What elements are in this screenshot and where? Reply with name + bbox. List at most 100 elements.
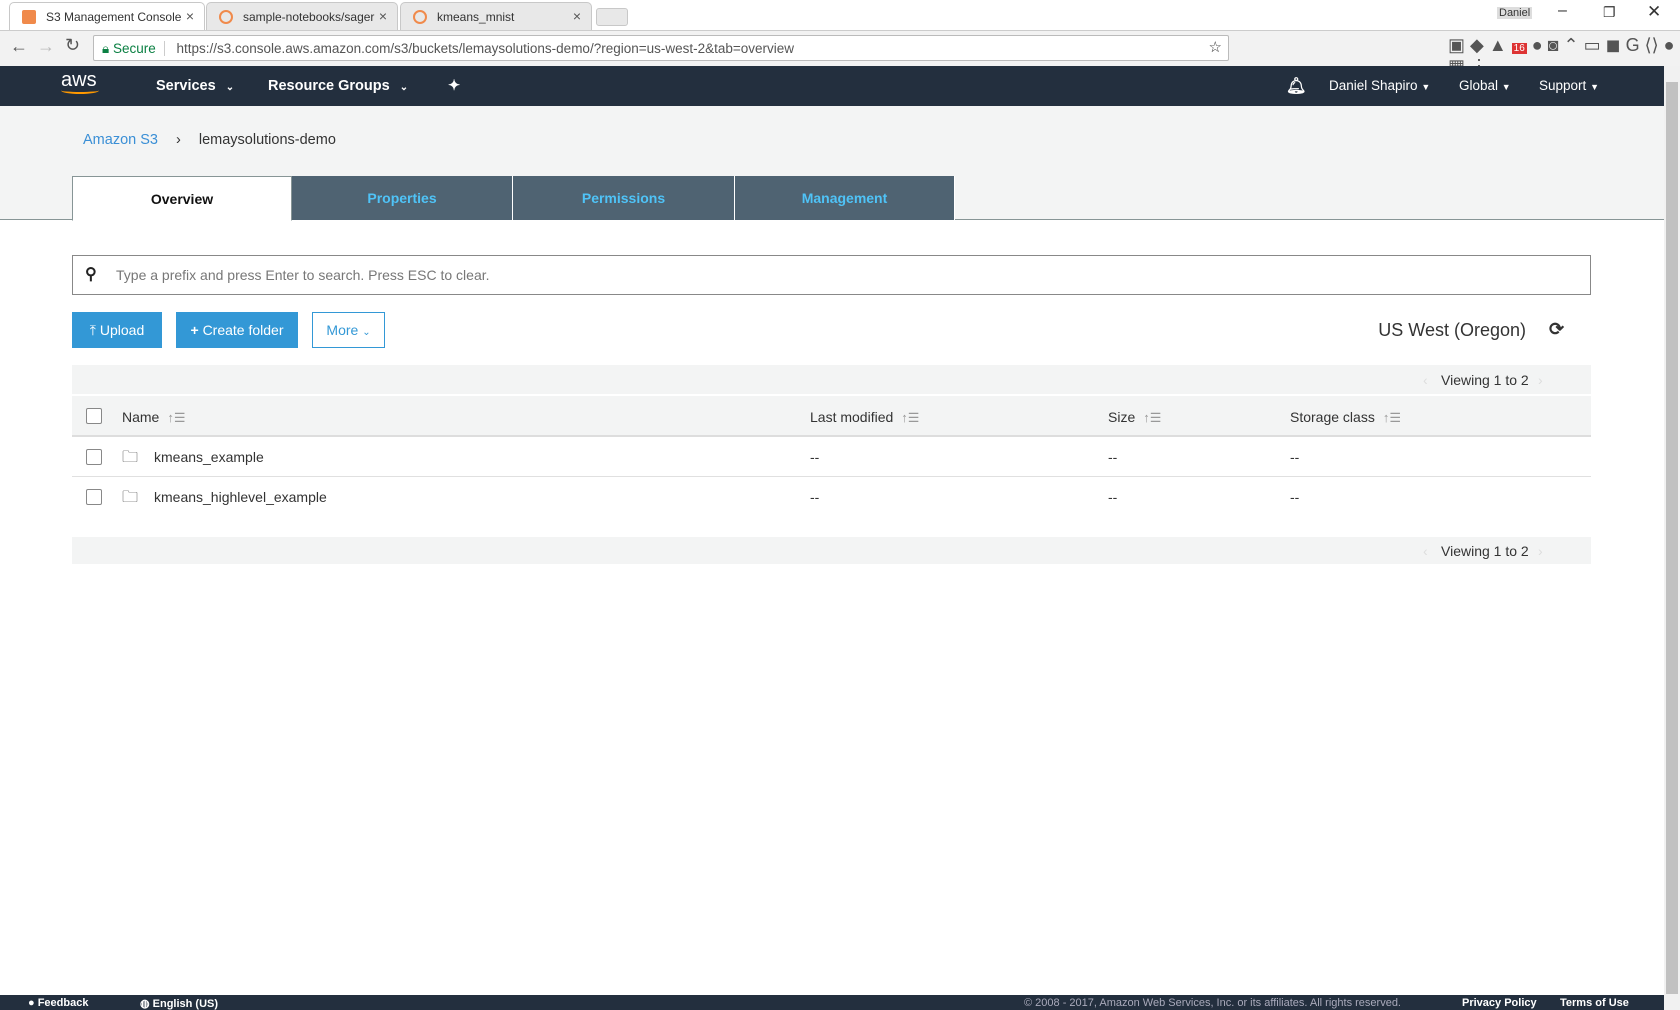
footer: ● Feedback ◍ English (US) © 2008 - 2017,… [0,995,1664,1010]
secure-label: Secure [112,41,165,56]
address-bar[interactable]: 🔒︎ Secure https://s3.console.aws.amazon.… [93,35,1229,61]
sort-icon[interactable]: ↑☰ [1383,410,1401,425]
tab-label: S3 Management Console [46,10,182,24]
profile-name[interactable]: Daniel [1497,7,1533,19]
browser-tab-kmeans[interactable]: kmeans_mnist × [400,2,592,30]
column-label: Storage class [1290,409,1375,425]
services-label: Services [156,78,216,94]
upload-icon: ⤒ [89,322,96,338]
close-icon[interactable]: × [186,8,194,24]
breadcrumb-separator: › [176,132,181,148]
feedback-label: Feedback [37,997,89,1009]
close-icon[interactable]: × [379,8,387,24]
tab-management[interactable]: Management [735,176,955,220]
resource-groups-menu[interactable]: Resource Groups ⌄ [268,78,408,94]
column-name[interactable]: Name ↑☰ [122,409,186,426]
prev-page-icon[interactable]: ‹ [1423,372,1428,388]
region-menu[interactable]: Global ▼ [1459,78,1511,93]
breadcrumb-bucket: lemaysolutions-demo [198,132,336,148]
close-icon[interactable]: × [573,8,581,24]
lock-icon: 🔒︎ [102,41,110,56]
last-modified: -- [810,489,820,505]
jupyter-icon [413,10,427,24]
folder-icon: 🗀 [122,489,139,506]
column-storage-class[interactable]: Storage class ↑☰ [1290,409,1401,426]
upload-button[interactable]: ⤒ Upload [72,312,162,348]
aws-nav-bar: aws Services ⌄ Resource Groups ⌄ ✦ 🔔︎ Da… [0,66,1664,106]
caret-down-icon: ▼ [1590,82,1599,92]
column-size[interactable]: Size ↑☰ [1108,409,1161,426]
browser-tab-s3[interactable]: S3 Management Console × [9,2,205,30]
feedback-link[interactable]: ● Feedback [28,997,88,1009]
next-page-icon[interactable]: › [1538,372,1543,388]
new-tab-button[interactable] [596,8,628,26]
close-window-icon[interactable]: ✕ [1647,2,1661,22]
pagination-bottom: ‹ Viewing 1 to 2 › [72,537,1591,564]
folder-icon: 🗀 [122,449,139,466]
row-checkbox[interactable] [86,449,102,465]
next-page-icon[interactable]: › [1538,543,1543,559]
support-menu[interactable]: Support ▼ [1539,78,1599,93]
browser-tabstrip: S3 Management Console × sample-notebooks/… [0,0,1680,30]
storage-class: -- [1290,489,1300,505]
sort-icon[interactable]: ↑☰ [901,410,919,425]
search-input[interactable]: ⚲ Type a prefix and press Enter to searc… [72,255,1591,295]
viewing-count: Viewing 1 to 2 [1441,372,1529,388]
privacy-link[interactable]: Privacy Policy [1462,997,1537,1009]
user-menu[interactable]: Daniel Shapiro ▼ [1329,78,1430,93]
terms-link[interactable]: Terms of Use [1560,997,1629,1009]
folder-link[interactable]: kmeans_highlevel_example [154,489,327,505]
scrollbar[interactable] [1664,66,1680,1010]
tab-properties[interactable]: Properties [292,176,513,220]
caret-down-icon: ▼ [1421,82,1431,92]
last-modified: -- [810,449,820,465]
search-icon: ⚲ [85,266,97,283]
language-selector[interactable]: ◍ English (US) [140,997,218,1010]
sort-icon[interactable]: ↑☰ [1143,410,1161,425]
region-label: US West (Oregon) [1378,320,1526,340]
language-label: English (US) [152,998,219,1010]
create-folder-button[interactable]: + Create folder [176,312,298,348]
logo-text: aws [61,69,97,91]
back-icon[interactable]: ← [10,36,28,57]
jupyter-icon [219,10,233,24]
bell-icon[interactable]: 🔔︎ [1286,76,1306,96]
chevron-down-icon: ⌄ [225,82,235,93]
breadcrumb: Amazon S3 › lemaysolutions-demo [83,132,336,148]
column-label: Last modified [810,409,894,425]
tab-overview[interactable]: Overview [72,176,292,221]
tab-permissions[interactable]: Permissions [513,176,735,220]
forward-icon[interactable]: → [37,36,55,57]
size: -- [1108,449,1118,465]
minimize-icon[interactable]: – [1558,2,1567,20]
column-last-modified[interactable]: Last modified ↑☰ [810,409,919,426]
chevron-down-icon: ⌄ [362,327,371,338]
search-placeholder: Type a prefix and press Enter to search.… [116,267,490,283]
services-menu[interactable]: Services ⌄ [156,78,234,94]
pin-icon[interactable]: ✦ [448,78,460,94]
restore-icon[interactable]: ❐ [1603,4,1616,21]
folder-link[interactable]: kmeans_example [154,449,264,465]
sort-icon[interactable]: ↑☰ [167,410,185,425]
viewing-count: Viewing 1 to 2 [1441,543,1529,559]
resource-groups-label: Resource Groups [268,78,390,94]
browser-tab-notebooks[interactable]: sample-notebooks/sager × [206,2,398,30]
tab-label: kmeans_mnist [437,10,515,24]
create-folder-label: Create folder [202,322,284,338]
refresh-icon[interactable]: ⟳ [1549,319,1564,340]
support-label: Support [1539,78,1587,93]
prev-page-icon[interactable]: ‹ [1423,543,1428,559]
bookmark-star-icon[interactable]: ☆ [1209,38,1222,56]
chevron-down-icon: ⌄ [399,82,409,93]
reload-icon[interactable]: ↻ [65,35,80,56]
select-all-checkbox[interactable] [86,408,102,424]
row-checkbox[interactable] [86,489,102,505]
breadcrumb-amazon-s3[interactable]: Amazon S3 [83,132,158,148]
url-text: https://s3.console.aws.amazon.com/s3/buc… [176,41,795,56]
copyright: © 2008 - 2017, Amazon Web Services, Inc.… [1024,997,1401,1009]
scrollbar-thumb[interactable] [1666,82,1678,994]
user-label: Daniel Shapiro [1329,78,1418,93]
storage-class: -- [1290,449,1300,465]
more-button[interactable]: More ⌄ [312,312,385,348]
aws-logo[interactable]: aws [61,69,99,94]
